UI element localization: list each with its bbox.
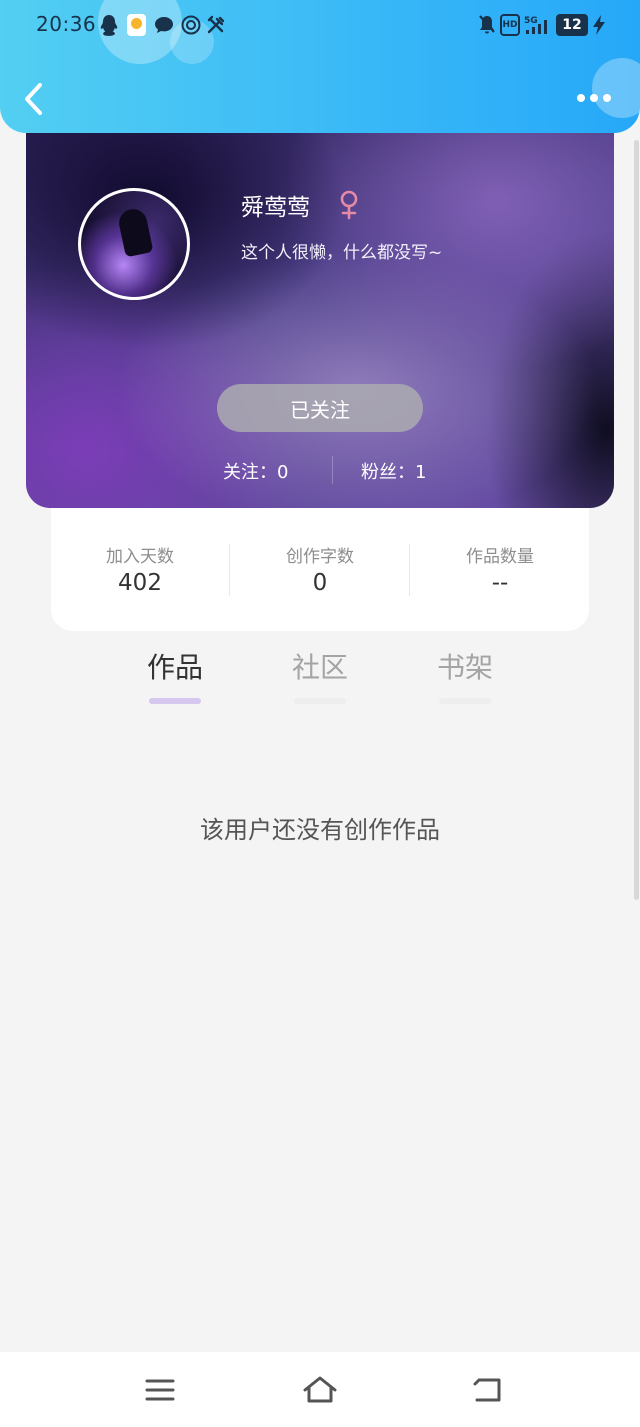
stat-word-count: 创作字数 0 bbox=[231, 508, 409, 631]
follow-stats: 关注：0 粉丝：1 bbox=[26, 456, 614, 484]
signal-5g-icon: 5G bbox=[524, 16, 547, 34]
tools-icon bbox=[207, 15, 225, 34]
tab-underline bbox=[294, 698, 346, 704]
svg-text:5G: 5G bbox=[524, 16, 538, 26]
stat-value: -- bbox=[491, 570, 509, 596]
system-nav-bar bbox=[0, 1352, 640, 1427]
tab-underline bbox=[149, 698, 201, 704]
empty-state-text: 该用户还没有创作作品 bbox=[200, 816, 440, 844]
tab-underline bbox=[439, 698, 491, 704]
tab-label: 作品 bbox=[146, 651, 203, 684]
username: 舜莺莺 bbox=[241, 195, 310, 221]
status-time: 20:36 bbox=[36, 12, 97, 36]
stats-panel: 加入天数 402 创作字数 0 作品数量 -- bbox=[51, 508, 589, 631]
stat-value: 0 bbox=[312, 570, 328, 596]
fans-count[interactable]: 粉丝：1 bbox=[361, 458, 426, 484]
user-bio: 这个人很懒，什么都没写~ bbox=[241, 243, 443, 263]
profile-tabs: 作品 社区 书架 bbox=[0, 646, 640, 710]
tab-bookshelf[interactable]: 书架 bbox=[425, 646, 505, 706]
divider bbox=[409, 544, 410, 596]
back-arrow-icon[interactable] bbox=[18, 80, 52, 118]
back-icon[interactable] bbox=[468, 1370, 508, 1410]
chat-bubble-icon bbox=[155, 17, 173, 33]
scrollbar[interactable] bbox=[634, 140, 639, 900]
mute-bell-icon bbox=[479, 15, 495, 34]
tab-works[interactable]: 作品 bbox=[135, 646, 215, 706]
female-icon bbox=[340, 190, 358, 220]
stat-join-days: 加入天数 402 bbox=[51, 508, 229, 631]
camera-app-icon bbox=[181, 15, 201, 35]
battery-icon: 12 bbox=[556, 14, 588, 36]
header: 20:36 HD 5G 12 bbox=[0, 0, 640, 133]
stat-label: 创作字数 bbox=[286, 547, 354, 567]
avatar[interactable] bbox=[78, 188, 190, 300]
stat-label: 作品数量 bbox=[466, 547, 534, 567]
follow-button[interactable]: 已关注 bbox=[217, 384, 423, 432]
hd-icon: HD bbox=[500, 14, 520, 36]
tab-label: 社区 bbox=[291, 651, 348, 684]
profile-card: 舜莺莺 这个人很懒，什么都没写~ 已关注 关注：0 粉丝：1 bbox=[26, 110, 614, 508]
home-icon[interactable] bbox=[300, 1370, 340, 1410]
app-notification-icon bbox=[127, 14, 146, 36]
menu-icon[interactable] bbox=[140, 1370, 180, 1410]
tab-community[interactable]: 社区 bbox=[280, 646, 360, 706]
stat-works-count: 作品数量 -- bbox=[411, 508, 589, 631]
divider bbox=[229, 544, 230, 596]
stat-value: 402 bbox=[118, 570, 162, 596]
divider bbox=[332, 456, 333, 484]
charging-icon bbox=[593, 15, 605, 35]
following-count[interactable]: 关注：0 bbox=[223, 458, 288, 484]
status-bar: 20:36 HD 5G 12 bbox=[0, 0, 640, 50]
user-profile-screen: 20:36 HD 5G 12 舜莺莺 这个人很懒，什么都没写~ 已关注 关注：0… bbox=[0, 0, 640, 1427]
tab-label: 书架 bbox=[436, 651, 493, 684]
qq-icon bbox=[100, 15, 118, 36]
stat-label: 加入天数 bbox=[106, 547, 174, 567]
more-options-icon[interactable] bbox=[574, 86, 614, 110]
